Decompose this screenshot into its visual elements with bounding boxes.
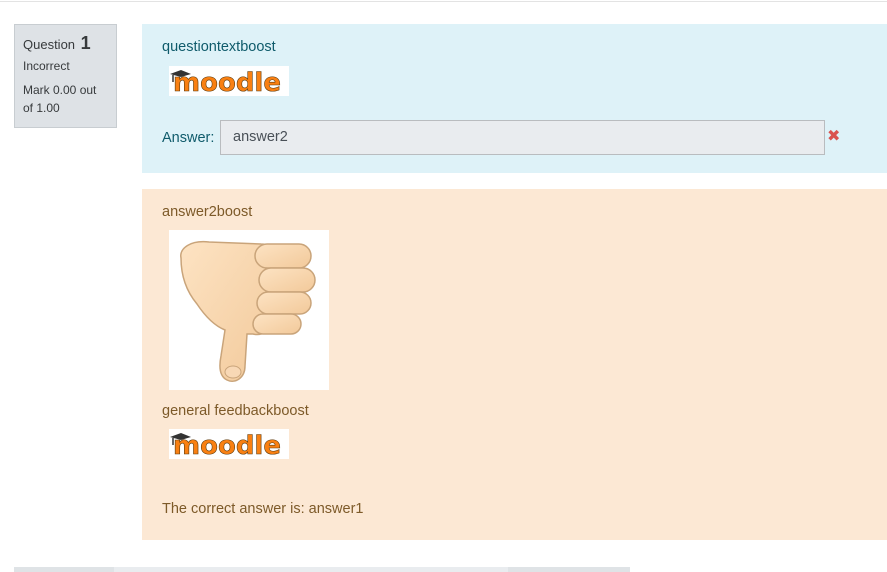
question-info-panel: Question 1 Incorrect Mark 0.00 out of 1.… [14,24,117,128]
general-feedback: general feedbackboost [162,403,309,419]
question-formulation: questiontextboost moodle Answer: answer2… [142,24,887,173]
specific-feedback: answer2boost [162,204,253,220]
question-label: Question [23,37,76,52]
question-number-value: 1 [80,33,91,53]
question-text: questiontextboost [162,39,276,55]
question-state: Incorrect [23,59,70,73]
top-divider [0,1,887,2]
moodle-logo-icon: moodle [169,429,289,459]
next-question-edge-right [508,567,630,572]
question-outcome: answer2boost general feedbackboost moodl… [142,189,887,540]
moodle-logo-text: moodle [173,68,281,96]
moodle-logo-image: moodle [169,66,289,96]
question-number: Question 1 [23,33,108,55]
answer-label: Answer: [162,130,215,146]
moodle-logo-image-feedback: moodle [169,429,289,459]
moodle-logo-icon: moodle [169,66,289,96]
incorrect-cross-icon: ✖ [827,128,841,145]
question-grade: Mark 0.00 out of 1.00 [23,83,97,115]
moodle-logo-text: moodle [173,431,281,459]
next-question-edge [14,567,630,572]
thumbs-down-image [169,230,329,390]
next-question-info-edge [14,567,114,572]
thumbs-down-icon [180,240,316,382]
answer-input[interactable]: answer2 [220,120,825,155]
right-answer: The correct answer is: answer1 [162,501,364,517]
